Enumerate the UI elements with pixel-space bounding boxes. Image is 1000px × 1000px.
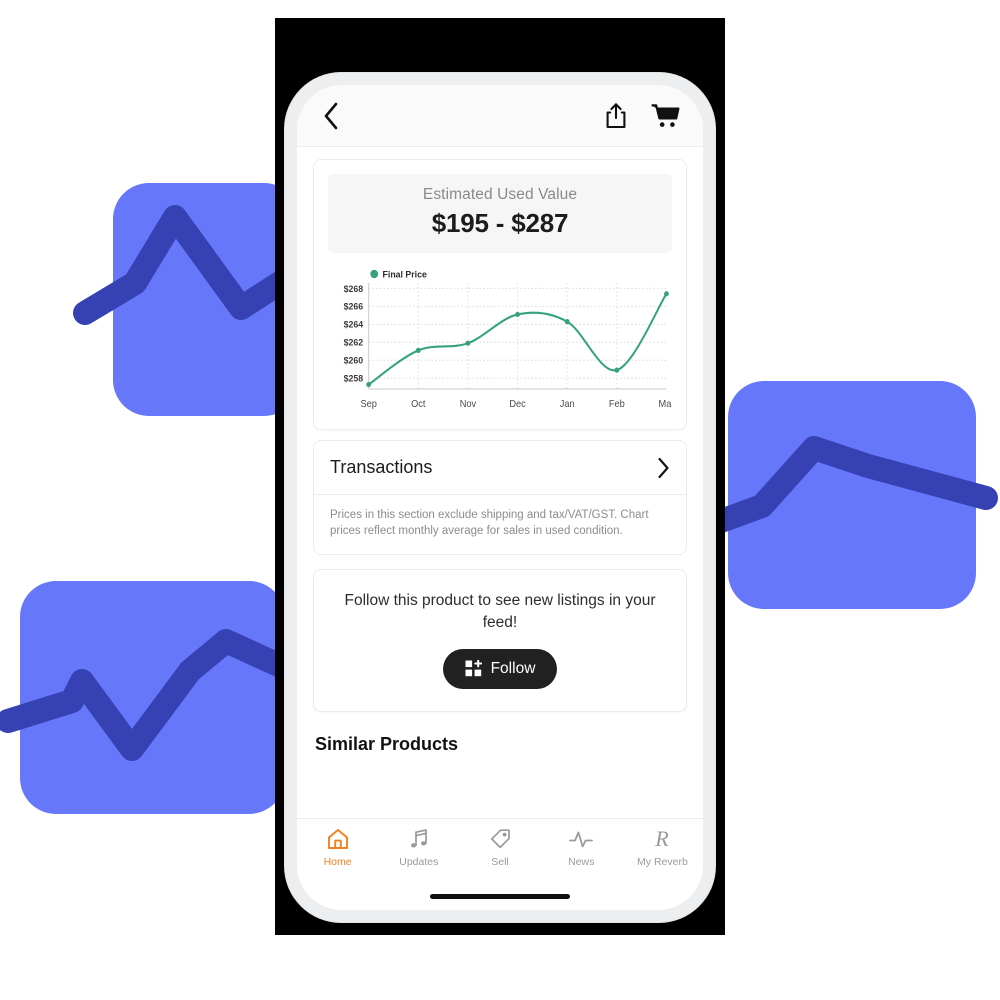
chart-data-point <box>515 311 520 318</box>
nav-item-updates[interactable]: Updates <box>378 826 459 868</box>
chart-horizontal-gridlines <box>368 287 667 379</box>
similar-products-title: Similar Products <box>315 733 459 754</box>
chart-y-tick-label: $264 <box>344 319 364 329</box>
music-note-icon <box>407 826 431 852</box>
tag-icon <box>488 826 512 852</box>
estimated-value-label: Estimated Used Value <box>422 186 578 203</box>
disclaimer-card: Prices in this section exclude shipping … <box>313 494 687 555</box>
nav-label-home: Home <box>323 856 352 868</box>
decorative-shape-svg <box>690 381 998 609</box>
share-button[interactable] <box>599 99 633 133</box>
chart-data-point <box>465 340 471 346</box>
estimated-value-amount: $195 - $287 <box>431 208 569 238</box>
chart-y-tick-label: $266 <box>344 301 364 311</box>
chart-data-point <box>614 367 620 373</box>
bottom-navigation-bar: Home Updates Sell News R My Reverb <box>297 818 703 882</box>
nav-label-my-reverb: My Reverb <box>637 856 688 868</box>
legend-label-final-price: Final Price <box>383 269 427 279</box>
activity-pulse-icon <box>568 826 594 852</box>
price-history-chart: Final Price $268 $266 $264 $262 $260 $258 Sep… <box>328 265 672 417</box>
home-icon <box>326 826 350 852</box>
reverb-r-icon: R <box>649 826 675 852</box>
nav-label-updates: Updates <box>399 856 439 868</box>
chart-vertical-gridlines <box>417 283 618 389</box>
back-button[interactable] <box>317 100 345 132</box>
decorative-chart-shape-left-top <box>73 183 315 416</box>
legend-marker-final-price <box>370 269 379 279</box>
svg-text:R: R <box>655 827 670 851</box>
chart-data-point <box>415 347 421 353</box>
share-icon <box>606 102 626 128</box>
estimated-value-box: Estimated Used Value $195 - $287 <box>328 174 672 253</box>
phone-device-frame: Estimated Used Value $195 - $287 Final P… <box>285 73 715 922</box>
chart-x-tick-label: Nov <box>460 399 477 410</box>
nav-item-sell[interactable]: Sell <box>459 826 540 868</box>
chart-y-tick-label: $262 <box>344 337 364 347</box>
decorative-shape-svg <box>73 183 315 416</box>
nav-label-sell: Sell <box>491 856 509 868</box>
cart-button[interactable] <box>647 99 683 133</box>
disclaimer-text: Prices in this section exclude shipping … <box>330 509 649 538</box>
chart-y-tick-label: $260 <box>344 355 364 365</box>
chart-y-axis-tick-labels: $268 $266 $264 $262 $260 $258 <box>344 283 364 383</box>
price-chart-card: Estimated Used Value $195 - $287 Final P… <box>313 159 687 430</box>
chart-x-tick-label: Sep <box>360 399 376 410</box>
chart-x-tick-label: Mar <box>658 399 672 410</box>
chart-y-tick-label: $258 <box>344 373 364 383</box>
chart-x-tick-label: Dec <box>509 399 526 410</box>
app-top-bar <box>297 85 703 147</box>
chart-x-tick-label: Jan <box>560 399 575 410</box>
chart-x-tick-label: Oct <box>411 399 426 410</box>
shopping-cart-icon <box>651 103 680 127</box>
decorative-chart-shape-right <box>690 381 998 609</box>
home-indicator <box>430 893 570 899</box>
scrollable-content[interactable]: Estimated Used Value $195 - $287 Final P… <box>297 147 703 818</box>
grid-plus-icon <box>465 660 482 677</box>
follow-product-card: Follow this product to see new listings … <box>313 568 687 712</box>
nav-label-news: News <box>568 856 595 868</box>
transactions-row[interactable]: Transactions <box>313 440 687 494</box>
chart-data-point <box>664 291 669 297</box>
follow-prompt-text: Follow this product to see new listings … <box>344 591 656 632</box>
price-history-chart-svg: Final Price $268 $266 $264 $262 $260 $258 Sep… <box>344 269 672 410</box>
follow-button-label: Follow <box>490 659 536 677</box>
chevron-left-icon <box>324 102 338 129</box>
chevron-right-icon <box>658 457 669 478</box>
chart-x-tick-label: Feb <box>609 399 625 410</box>
decorative-chart-shape-left-bottom <box>0 581 308 814</box>
transactions-label: Transactions <box>330 457 433 477</box>
similar-products-section: Similar Products <box>297 734 703 755</box>
chart-x-axis-tick-labels: Sep Oct Nov Dec Jan Feb Mar <box>360 399 672 410</box>
nav-item-news[interactable]: News <box>541 826 622 868</box>
chart-data-point <box>366 381 372 388</box>
decorative-shape-svg <box>0 581 308 814</box>
nav-item-home[interactable]: Home <box>297 826 378 868</box>
follow-button[interactable]: Follow <box>442 648 558 689</box>
nav-item-my-reverb[interactable]: R My Reverb <box>622 826 703 868</box>
home-indicator-area <box>297 882 703 910</box>
chart-y-tick-label: $268 <box>344 283 364 293</box>
phone-screen: Estimated Used Value $195 - $287 Final P… <box>297 85 703 910</box>
chart-data-point <box>564 319 570 325</box>
